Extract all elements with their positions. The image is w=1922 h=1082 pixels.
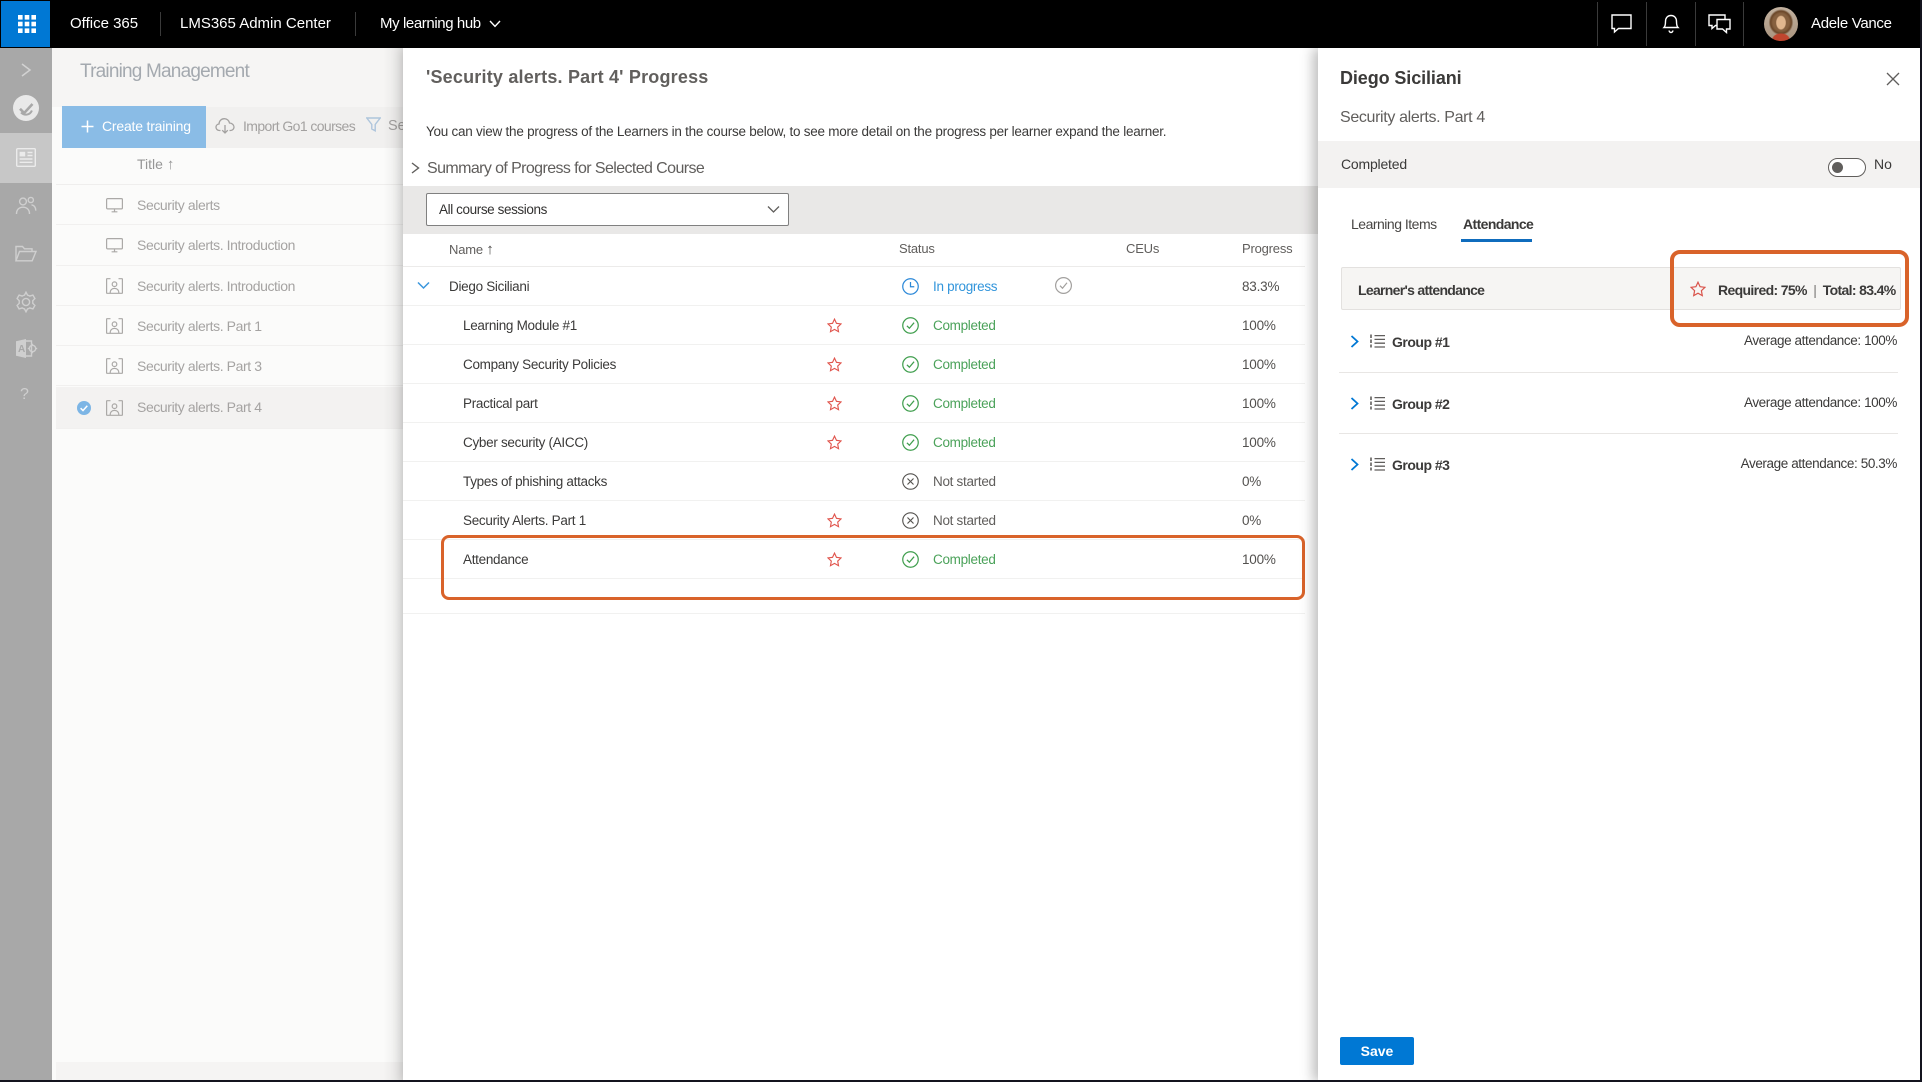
svg-text:A: A [18,344,25,355]
